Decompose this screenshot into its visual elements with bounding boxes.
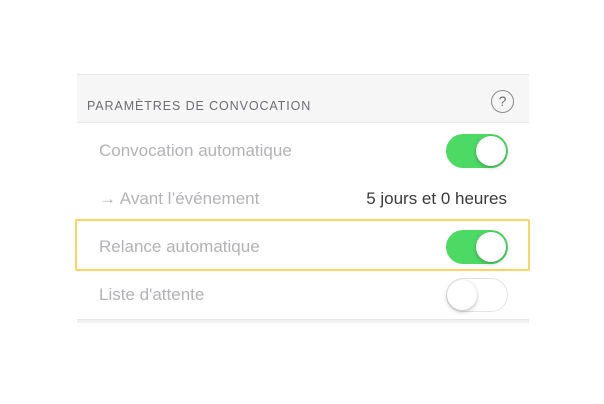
row-relance-automatique: Relance automatique <box>77 222 529 270</box>
toggle-knob <box>447 279 477 310</box>
delay-value: 5 jours et 0 heures <box>366 189 507 208</box>
row-convocation-automatique: Convocation automatique <box>77 126 529 174</box>
section-bottom-divider <box>77 319 529 323</box>
row-avant-evenement[interactable]: → Avant l’événement 5 jours et 0 heures <box>77 174 529 222</box>
question-circle-icon[interactable]: ? <box>491 90 514 113</box>
toggle-knob <box>476 136 506 166</box>
section-title: PARAMÈTRES DE CONVOCATION <box>87 99 312 113</box>
row-label: Convocation automatique <box>99 141 292 160</box>
toggle-knob <box>476 232 506 262</box>
row-label: Relance automatique <box>99 237 260 256</box>
section-header: PARAMÈTRES DE CONVOCATION ? <box>77 74 529 123</box>
row-liste-attente: Liste d'attente <box>77 270 529 318</box>
relance-automatique-toggle[interactable] <box>446 230 508 264</box>
row-label: Liste d'attente <box>99 285 205 304</box>
liste-attente-toggle[interactable] <box>446 278 508 312</box>
convocation-automatique-toggle[interactable] <box>446 134 508 168</box>
convocation-settings-panel: PARAMÈTRES DE CONVOCATION ? Convocation … <box>77 74 529 323</box>
row-label: → Avant l’événement <box>99 189 260 208</box>
